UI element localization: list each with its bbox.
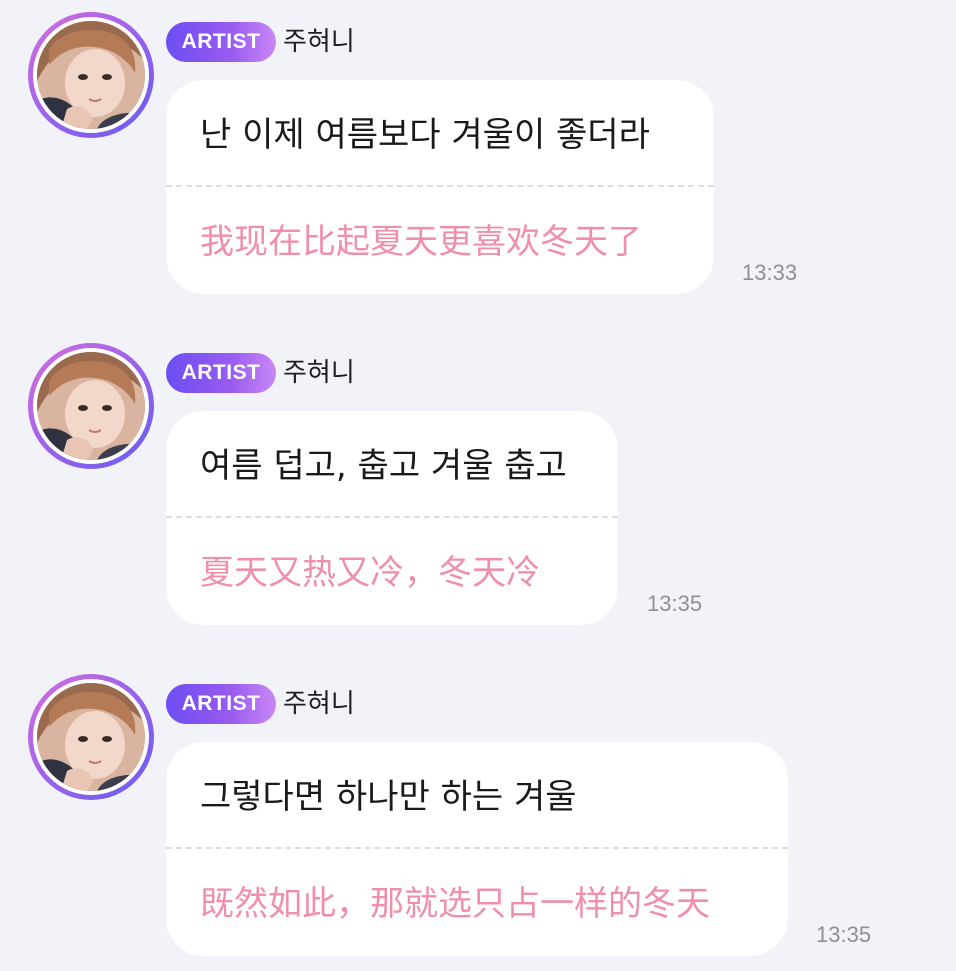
sender-name[interactable]: 주혀니 bbox=[283, 686, 355, 722]
sender-name[interactable]: 주혀니 bbox=[283, 24, 355, 60]
translated-text: 我现在比起夏天更喜欢冬天了 bbox=[200, 222, 642, 262]
artist-badge: ARTIST bbox=[166, 684, 276, 724]
chat-message: ARTIST 주혀니 난 이제 여름보다 겨울이 좋더라 我现在比起夏天更喜欢冬… bbox=[0, 0, 956, 310]
profile-photo bbox=[37, 21, 145, 129]
artist-avatar[interactable] bbox=[28, 12, 154, 138]
translated-text: 既然如此，那就选只占一样的冬天 bbox=[200, 884, 710, 924]
profile-photo bbox=[37, 352, 145, 460]
original-text: 난 이제 여름보다 겨울이 좋더라 bbox=[200, 115, 650, 155]
profile-photo bbox=[37, 683, 145, 791]
artist-avatar[interactable] bbox=[28, 674, 154, 800]
message-timestamp: 13:35 bbox=[816, 922, 872, 947]
chat-thread: ARTIST 주혀니 난 이제 여름보다 겨울이 좋더라 我现在比起夏天更喜欢冬… bbox=[0, 0, 956, 971]
message-timestamp: 13:35 bbox=[647, 591, 703, 616]
message-timestamp: 13:33 bbox=[742, 260, 798, 285]
sender-name[interactable]: 주혀니 bbox=[283, 355, 355, 391]
original-text: 그렇다면 하나만 하는 겨울 bbox=[200, 777, 577, 817]
chat-message: ARTIST 주혀니 여름 덥고, 춥고 겨울 춥고 夏天又热又冷，冬天冷 13… bbox=[0, 331, 956, 641]
artist-badge: ARTIST bbox=[166, 353, 276, 393]
message-bubble[interactable]: 난 이제 여름보다 겨울이 좋더라 我现在比起夏天更喜欢冬天了 bbox=[166, 80, 714, 294]
artist-avatar[interactable] bbox=[28, 343, 154, 469]
translation-divider bbox=[166, 185, 714, 187]
translation-divider bbox=[166, 847, 788, 849]
chat-message: ARTIST 주혀니 그렇다면 하나만 하는 겨울 既然如此，那就选只占一样的冬… bbox=[0, 662, 956, 971]
translation-divider bbox=[166, 516, 618, 518]
artist-badge: ARTIST bbox=[166, 22, 276, 62]
original-text: 여름 덥고, 춥고 겨울 춥고 bbox=[200, 446, 567, 486]
message-bubble[interactable]: 여름 덥고, 춥고 겨울 춥고 夏天又热又冷，冬天冷 bbox=[166, 411, 618, 625]
message-bubble[interactable]: 그렇다면 하나만 하는 겨울 既然如此，那就选只占一样的冬天 bbox=[166, 742, 788, 956]
translated-text: 夏天又热又冷，冬天冷 bbox=[200, 553, 540, 593]
